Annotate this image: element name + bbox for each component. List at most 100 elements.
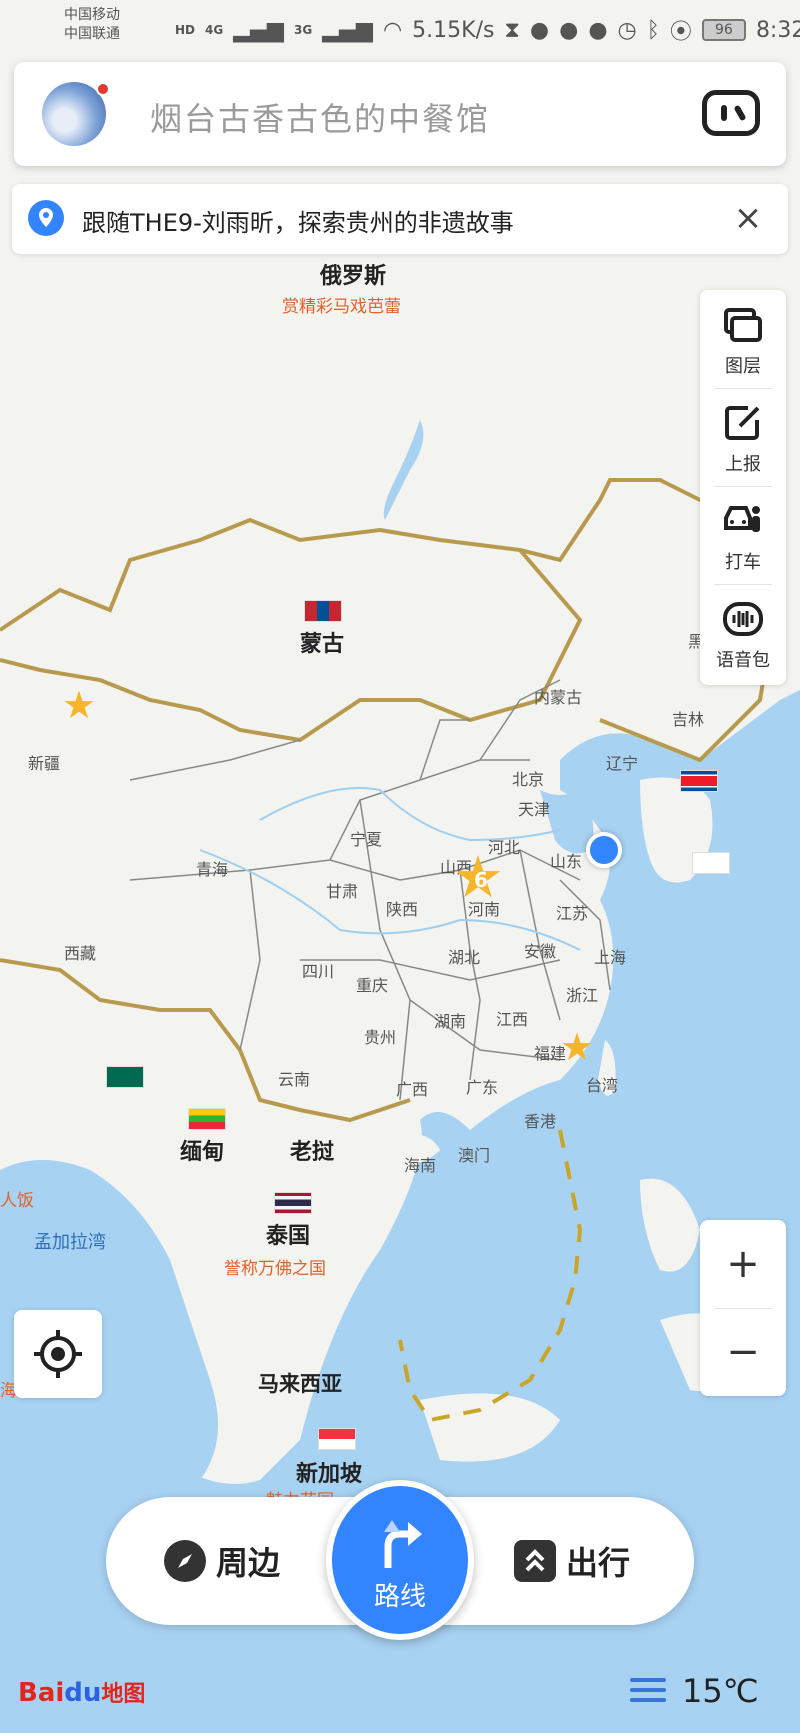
province-label[interactable]: 内蒙古 [534, 684, 582, 708]
zoom-out-button[interactable]: − [700, 1308, 786, 1396]
flag-north-korea [680, 770, 718, 792]
map-tools-panel: 图层 上报 打车 语音包 [700, 290, 786, 685]
status-bar: HD 4G ▂▄▆ 3G ▂▄▆ ◠ 5.15K/s ⧗ ● ● ● ◷ ᛒ ⦿… [175, 14, 800, 46]
sea-label-bay-of-bengal: 孟加拉湾 [34, 1232, 106, 1253]
network-speed: 5.15K/s [412, 17, 495, 43]
crosshair-icon [34, 1330, 82, 1378]
avatar[interactable] [42, 82, 110, 146]
province-label[interactable]: 四川 [302, 958, 334, 982]
cluster-count: 6 [474, 868, 488, 892]
search-input[interactable]: 烟台古香古色的中餐馆 [150, 94, 490, 140]
province-label[interactable]: 广东 [466, 1074, 498, 1098]
promo-label-left-edge[interactable]: 人饭 [0, 1186, 34, 1211]
qq-icon: ● [588, 17, 608, 43]
route-button[interactable]: 路线 [326, 1480, 474, 1640]
promo-label-thailand[interactable]: 誉称万佛之国 [224, 1254, 326, 1279]
taxi-icon [724, 506, 760, 532]
country-label-russia[interactable]: 俄罗斯 [320, 258, 386, 290]
tool-voice-pack[interactable]: 语音包 [700, 584, 786, 682]
province-label[interactable]: 贵州 [364, 1024, 396, 1048]
province-label[interactable]: 湖北 [448, 944, 480, 968]
province-label[interactable]: 香港 [524, 1108, 556, 1132]
favorite-star-marker[interactable]: ★ [62, 686, 96, 724]
tool-layers[interactable]: 图层 [700, 290, 786, 388]
locate-me-button[interactable] [14, 1310, 102, 1398]
nearby-button[interactable]: 周边 [164, 1537, 280, 1585]
province-label[interactable]: 海南 [404, 1152, 436, 1176]
battery-icon: 96 [701, 19, 746, 41]
bluetooth-icon: ᛒ [646, 17, 660, 43]
hd-badge: HD [175, 23, 196, 37]
zoom-in-button[interactable]: + [700, 1220, 786, 1308]
promo-banner[interactable]: 跟随THE9-刘雨昕，探索贵州的非遗故事 × [12, 184, 788, 254]
province-label[interactable]: 陕西 [386, 896, 418, 920]
location-icon: ⦿ [669, 20, 692, 45]
route-label: 路线 [373, 1582, 426, 1612]
province-label[interactable]: 天津 [518, 796, 550, 820]
flag-south-korea [692, 852, 730, 874]
province-label[interactable]: 上海 [594, 944, 626, 968]
fog-weather-icon [630, 1676, 666, 1706]
travel-button[interactable]: 出行 [514, 1537, 630, 1585]
province-label[interactable]: 江西 [496, 1006, 528, 1030]
temperature: 15℃ [682, 1672, 759, 1710]
banner-text[interactable]: 跟随THE9-刘雨昕，探索贵州的非遗故事 [82, 203, 514, 238]
country-label-singapore[interactable]: 新加坡 [296, 1456, 362, 1488]
current-location-marker [586, 832, 622, 868]
flag-mongolia [304, 600, 342, 622]
search-bar[interactable]: 烟台古香古色的中餐馆 [14, 62, 786, 166]
signal-3g-icon: 3G [293, 23, 313, 37]
province-label[interactable]: 西藏 [64, 940, 96, 964]
promo-label-russia[interactable]: 赏精彩马戏芭蕾 [282, 292, 401, 317]
map-background [0, 0, 800, 1733]
province-label[interactable]: 安徽 [524, 938, 556, 962]
province-label[interactable]: 辽宁 [606, 750, 638, 774]
favorite-star-marker[interactable]: ★ [560, 1028, 594, 1066]
province-label[interactable]: 甘肃 [326, 878, 358, 902]
close-icon[interactable]: × [730, 198, 766, 238]
signal-bars-icon: ▂▄▆ [322, 17, 373, 43]
signal-4g-icon: 4G [205, 23, 224, 37]
map-canvas[interactable]: 俄罗斯 赏精彩马戏芭蕾 蒙古 缅甸 老挝 泰国 誉称万佛之国 孟加拉湾 人饭 海… [0, 0, 800, 1733]
chevrons-up-icon [514, 1540, 556, 1582]
province-label[interactable]: 新疆 [28, 750, 60, 774]
ar-scan-icon[interactable] [702, 90, 760, 136]
province-label[interactable]: 江苏 [556, 900, 588, 924]
province-label[interactable]: 宁夏 [350, 826, 382, 850]
country-label-malaysia[interactable]: 马来西亚 [258, 1368, 342, 1398]
weather-widget[interactable]: 15℃ [630, 1672, 759, 1710]
tool-report[interactable]: 上报 [700, 388, 786, 486]
province-label[interactable]: 重庆 [356, 972, 388, 996]
province-label[interactable]: 吉林 [672, 706, 704, 730]
country-label-mongolia[interactable]: 蒙古 [300, 626, 344, 658]
province-label[interactable]: 广西 [396, 1076, 428, 1100]
voice-pack-icon [723, 602, 763, 636]
carrier-info: 中国移动 中国联通 [64, 7, 120, 42]
country-label-laos[interactable]: 老挝 [290, 1134, 334, 1166]
province-label[interactable]: 北京 [512, 766, 544, 790]
wifi-icon: ◠ [382, 17, 403, 43]
flag-thailand [274, 1192, 312, 1214]
compass-icon [164, 1540, 206, 1582]
route-arrow-icon [384, 1520, 422, 1568]
province-label[interactable]: 澳门 [458, 1142, 490, 1166]
nearby-label: 周边 [216, 1544, 281, 1582]
province-label[interactable]: 台湾 [586, 1072, 618, 1096]
hourglass-icon: ⧗ [504, 17, 520, 43]
province-label[interactable]: 云南 [278, 1066, 310, 1090]
province-label[interactable]: 青海 [196, 856, 228, 880]
signal-bars-icon: ▂▄▆ [233, 17, 284, 43]
tool-taxi[interactable]: 打车 [700, 486, 786, 584]
province-label[interactable]: 湖南 [434, 1008, 466, 1032]
layers-icon [724, 308, 762, 342]
zoom-controls: + − [700, 1220, 786, 1396]
province-label[interactable]: 山东 [550, 848, 582, 872]
province-label[interactable]: 浙江 [566, 982, 598, 1006]
flag-bangladesh [106, 1066, 144, 1088]
flag-singapore [318, 1428, 356, 1450]
location-pin-icon [28, 200, 64, 236]
alarm-icon: ◷ [617, 17, 637, 43]
country-label-myanmar[interactable]: 缅甸 [180, 1134, 224, 1166]
country-label-thailand[interactable]: 泰国 [266, 1218, 310, 1250]
baidu-map-logo: Baidu地图 [18, 1678, 146, 1708]
